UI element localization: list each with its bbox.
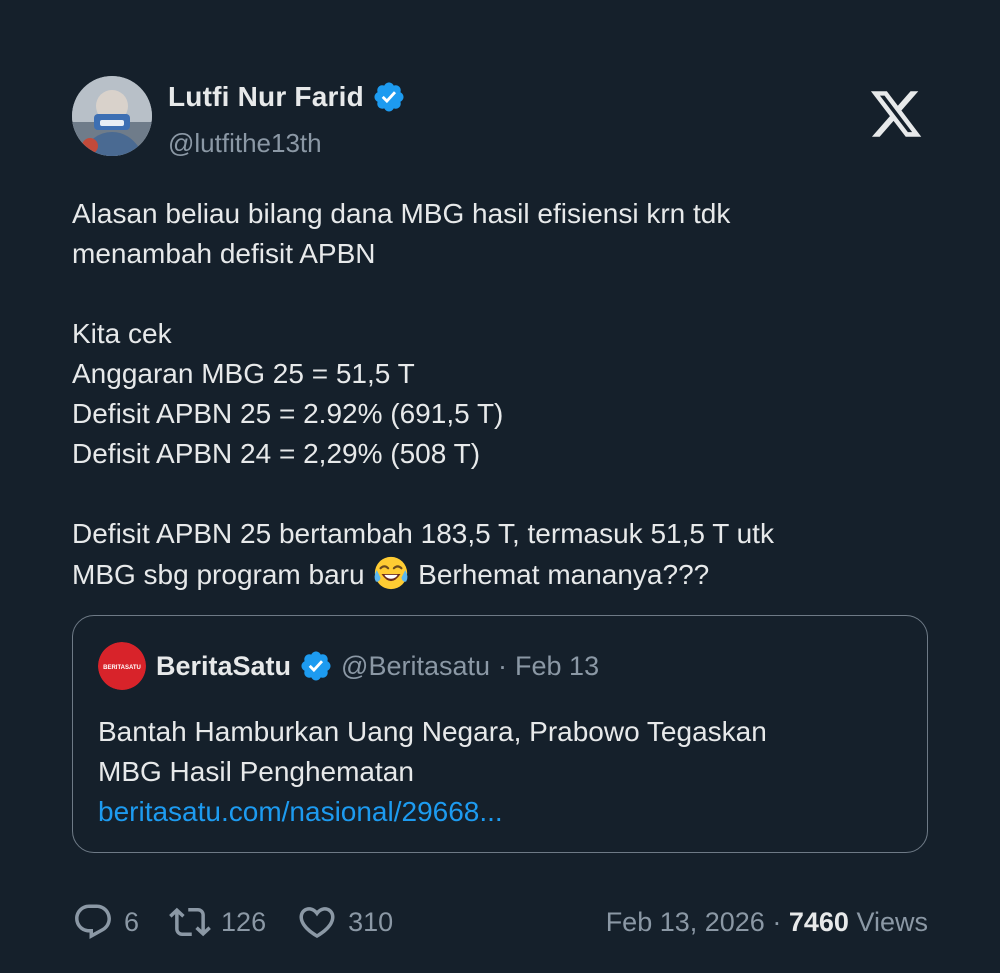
tweet-line	[72, 474, 928, 514]
reply-button[interactable]: 6	[72, 901, 139, 943]
tweet-line: Alasan beliau bilang dana MBG hasil efis…	[72, 198, 731, 229]
retweet-icon	[169, 907, 211, 937]
like-count: 310	[348, 906, 394, 937]
avatar[interactable]	[72, 76, 152, 156]
retweet-button[interactable]: 126	[169, 901, 266, 943]
tweet-text: Alasan beliau bilang dana MBG hasil efis…	[72, 194, 928, 594]
verified-badge-icon	[301, 651, 331, 681]
quoted-link[interactable]: beritasatu.com/nasional/29668...	[98, 792, 767, 832]
heart-icon	[299, 907, 335, 939]
tweet-meta: Feb 13, 2026 · 7460 Views	[606, 907, 928, 938]
tweet-text-before-emoji: MBG sbg program baru	[72, 559, 365, 590]
x-logo-icon[interactable]	[868, 86, 924, 142]
quoted-text-line: MBG Hasil Penghematan	[98, 756, 414, 787]
quoted-author-name[interactable]: BeritaSatu	[156, 651, 291, 682]
views-count: 7460	[788, 906, 849, 937]
tweet-line: Defisit APBN 25 bertambah 183,5 T, terma…	[72, 518, 774, 549]
beritasatu-logo[interactable]: BERITASATU	[98, 642, 146, 690]
tweet-text-after-emoji: Berhemat mananya???	[418, 559, 710, 590]
tweet-line: Kita cek	[72, 318, 172, 349]
tweet-header: Lutfi Nur Farid @lutfithe13th	[72, 72, 928, 162]
retweet-count: 126	[221, 906, 267, 937]
tweet-date[interactable]: Feb 13, 2026	[606, 907, 765, 937]
quoted-tweet-text: Bantah Hamburkan Uang Negara, Prabowo Te…	[98, 712, 767, 832]
beritasatu-logo-text: BERITASATU	[103, 665, 141, 671]
quoted-author-handle[interactable]: @Beritasatu	[341, 651, 490, 682]
quoted-text-line: Bantah Hamburkan Uang Negara, Prabowo Te…	[98, 716, 767, 747]
tweet-line	[72, 274, 928, 314]
tweet-line: menambah defisit APBN	[72, 238, 376, 269]
avatar-photo	[72, 76, 152, 156]
tweet-last-line: MBG sbg program baru Berhemat mananya???	[72, 554, 928, 594]
author-name-row: Lutfi Nur Farid	[168, 80, 406, 114]
tweet-footer: 6 126 310 Feb 13, 2026 · 7460 Views	[72, 900, 928, 944]
tweet-line: Anggaran MBG 25 = 51,5 T	[72, 358, 415, 389]
quoted-tweet-header: BERITASATU BeritaSatu @Beritasatu · Feb …	[98, 642, 599, 690]
author-handle[interactable]: @lutfithe13th	[168, 128, 322, 159]
quoted-tweet-date[interactable]: Feb 13	[515, 651, 599, 682]
verified-badge-icon	[374, 82, 404, 112]
quoted-tweet-card[interactable]: BERITASATU BeritaSatu @Beritasatu · Feb …	[72, 615, 928, 853]
tweet-line: Defisit APBN 25 = 2.92% (691,5 T)	[72, 398, 504, 429]
quoted-meta-separator: ·	[498, 650, 508, 681]
tweet-line: Defisit APBN 24 = 2,29% (508 T)	[72, 438, 481, 469]
meta-separator: ·	[772, 906, 782, 937]
views-label: Views	[856, 906, 928, 937]
like-button[interactable]: 310	[296, 901, 393, 943]
face-with-tears-of-joy-icon	[374, 556, 408, 590]
reply-icon	[75, 904, 111, 939]
reply-count: 6	[124, 906, 140, 937]
tweet-card: Lutfi Nur Farid @lutfithe13th Alasan bel…	[72, 72, 928, 939]
author-display-name[interactable]: Lutfi Nur Farid	[168, 81, 364, 113]
